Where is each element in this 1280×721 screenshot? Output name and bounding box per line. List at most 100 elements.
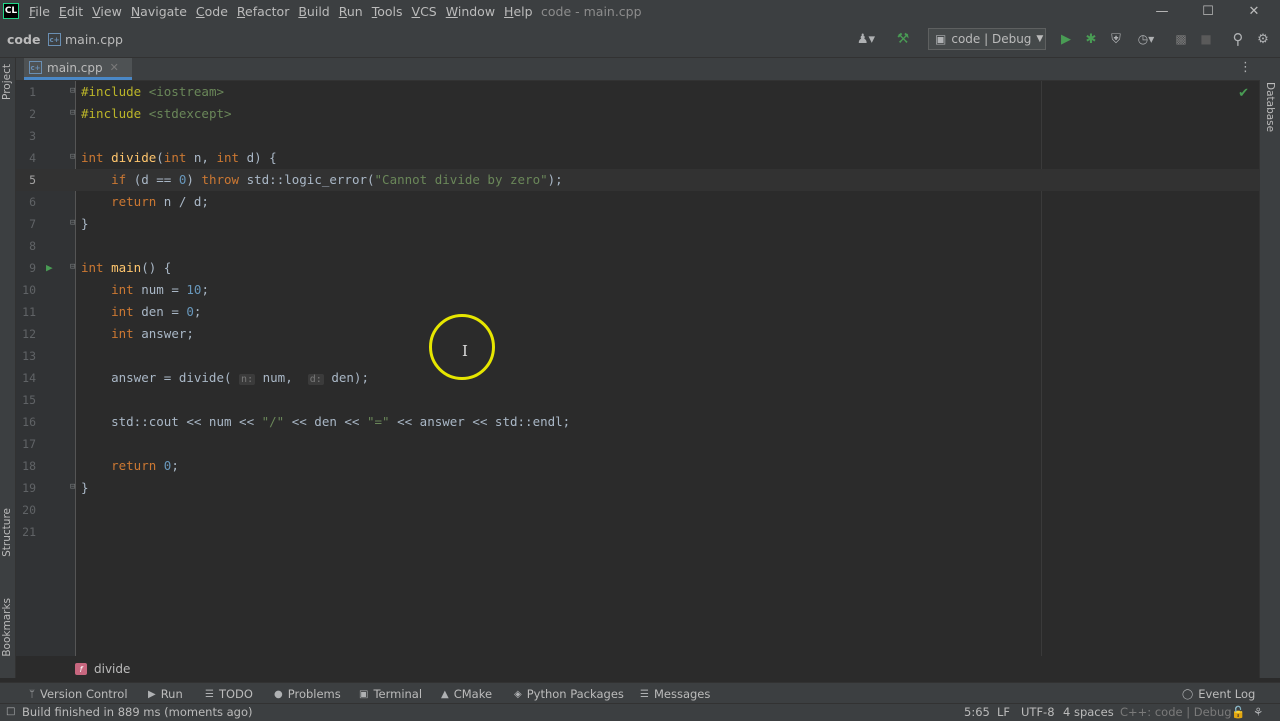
breadcrumb-file[interactable]: c+ main.cpp xyxy=(48,32,123,47)
attach-icon[interactable]: ▩ xyxy=(1172,29,1190,49)
debug-icon[interactable]: ✱ xyxy=(1082,29,1100,49)
code-line[interactable]: 13 xyxy=(16,345,1259,367)
tool-window-messages[interactable]: ☰ Messages xyxy=(640,687,710,701)
run-gutter-icon[interactable]: ▶ xyxy=(46,257,53,279)
line-number[interactable]: 6 xyxy=(16,191,36,213)
code-editor[interactable]: 1 ⊟ #include <iostream> 2 ⊟ #include <stdexce… xyxy=(16,81,1259,656)
line-number[interactable]: 7 xyxy=(16,213,36,235)
menu-item[interactable]: Window xyxy=(446,4,495,19)
menu-item[interactable]: Refactor xyxy=(237,4,289,19)
menu-item[interactable]: Build xyxy=(298,4,329,19)
structure-tool-tab[interactable]: Structure xyxy=(1,508,13,557)
code-line[interactable]: 14 answer = divide( n: num, d: den); xyxy=(16,367,1259,389)
line-number[interactable]: 13 xyxy=(16,345,36,367)
tool-window-problems[interactable]: ● Problems xyxy=(274,687,341,701)
line-number[interactable]: 20 xyxy=(16,499,36,521)
caret-position[interactable]: 5:65 xyxy=(964,705,990,719)
event-log-button[interactable]: ◯ Event Log xyxy=(1182,687,1255,701)
database-tool-tab[interactable]: Database xyxy=(1264,82,1276,132)
run-configuration-select[interactable]: ▣ code | Debug ▼ xyxy=(928,28,1046,50)
run-icon[interactable]: ▶ xyxy=(1057,29,1075,49)
close-tab-icon[interactable]: ✕ xyxy=(110,61,119,74)
build-hammer-icon[interactable]: ⚒ xyxy=(894,29,912,49)
code-line[interactable]: 10 int num = 10; xyxy=(16,279,1259,301)
fold-marker-icon[interactable]: ⊟ xyxy=(70,86,78,96)
file-encoding[interactable]: UTF-8 xyxy=(1021,705,1055,719)
line-separator[interactable]: LF xyxy=(997,705,1010,719)
user-icon[interactable]: ♟▾ xyxy=(852,29,880,49)
menu-item[interactable]: VCS xyxy=(412,4,437,19)
line-number[interactable]: 11 xyxy=(16,301,36,323)
code-line[interactable]: 3 xyxy=(16,125,1259,147)
more-options-icon[interactable]: ⋮ xyxy=(1239,60,1252,75)
line-number[interactable]: 8 xyxy=(16,235,36,257)
line-number[interactable]: 5 xyxy=(16,169,36,191)
layout-toggle-icon[interactable]: □ xyxy=(6,706,15,717)
tool-window-terminal[interactable]: ▣ Terminal xyxy=(359,687,422,701)
menu-item[interactable]: Edit xyxy=(59,4,83,19)
code-line[interactable]: 12 int answer; xyxy=(16,323,1259,345)
inspector-icon[interactable]: ⚘ xyxy=(1253,705,1263,719)
breadcrumb-function[interactable]: divide xyxy=(94,662,130,676)
no-problems-check-icon[interactable]: ✔ xyxy=(1238,86,1249,101)
line-number[interactable]: 15 xyxy=(16,389,36,411)
status-message[interactable]: Build finished in 889 ms (moments ago) xyxy=(22,705,252,719)
profile-icon[interactable]: ◷▾ xyxy=(1132,29,1160,49)
line-number[interactable]: 16 xyxy=(16,411,36,433)
line-number[interactable]: 9 xyxy=(16,257,36,279)
line-number[interactable]: 19 xyxy=(16,477,36,499)
fold-marker-icon[interactable]: ⊟ xyxy=(70,108,78,118)
menu-item[interactable]: Tools xyxy=(372,4,403,19)
line-number[interactable]: 4 xyxy=(16,147,36,169)
line-number[interactable]: 2 xyxy=(16,103,36,125)
menu-item[interactable]: Run xyxy=(339,4,363,19)
breadcrumb-project[interactable]: code xyxy=(7,32,40,47)
tool-window-run[interactable]: ▶ Run xyxy=(148,687,183,701)
line-number[interactable]: 10 xyxy=(16,279,36,301)
code-line[interactable]: 4 ⊟ int divide(int n, int d) { xyxy=(16,147,1259,169)
line-number[interactable]: 21 xyxy=(16,521,36,543)
code-line[interactable]: 5 if (d == 0) throw std::logic_error("Ca… xyxy=(16,169,1259,191)
code-line[interactable]: 17 xyxy=(16,433,1259,455)
stop-icon[interactable]: ■ xyxy=(1197,29,1215,49)
line-number[interactable]: 18 xyxy=(16,455,36,477)
bookmarks-tool-tab[interactable]: Bookmarks xyxy=(1,598,13,657)
code-line[interactable]: 1 ⊟ #include <iostream> xyxy=(16,81,1259,103)
search-icon[interactable]: ⚲ xyxy=(1229,29,1247,49)
resolve-context[interactable]: C++: code | Debug xyxy=(1120,705,1232,719)
line-number[interactable]: 12 xyxy=(16,323,36,345)
menu-item[interactable]: Help xyxy=(504,4,533,19)
minimize-icon[interactable]: — xyxy=(1139,0,1185,22)
code-line[interactable]: 7 ⊟} xyxy=(16,213,1259,235)
code-line[interactable]: 15 xyxy=(16,389,1259,411)
code-line[interactable]: 18 return 0; xyxy=(16,455,1259,477)
line-number[interactable]: 1 xyxy=(16,81,36,103)
code-line[interactable]: 16 std::cout << num << "/" << den << "="… xyxy=(16,411,1259,433)
maximize-icon[interactable]: ☐ xyxy=(1185,0,1231,22)
menu-item[interactable]: File xyxy=(29,4,50,19)
close-icon[interactable]: ✕ xyxy=(1231,0,1277,22)
code-line[interactable]: 20 xyxy=(16,499,1259,521)
tool-window-todo[interactable]: ☰ TODO xyxy=(205,687,253,701)
line-number[interactable]: 3 xyxy=(16,125,36,147)
code-line[interactable]: 19 ⊟} xyxy=(16,477,1259,499)
fold-marker-icon[interactable]: ⊟ xyxy=(70,152,78,162)
tab-main-cpp[interactable]: c+ main.cpp ✕ xyxy=(24,58,132,80)
project-tool-tab[interactable]: Project xyxy=(1,64,13,100)
tool-window-version-control[interactable]: ᛘ Version Control xyxy=(29,687,128,701)
code-line[interactable]: 2 ⊟ #include <stdexcept> xyxy=(16,103,1259,125)
fold-marker-icon[interactable]: ⊟ xyxy=(70,218,78,228)
line-number[interactable]: 17 xyxy=(16,433,36,455)
code-line[interactable]: 9 ⊟ ▶ int main() { xyxy=(16,257,1259,279)
editor-breadcrumb[interactable]: f divide xyxy=(75,657,130,681)
code-line[interactable]: 6 return n / d; xyxy=(16,191,1259,213)
menu-item[interactable]: Navigate xyxy=(131,4,187,19)
code-line[interactable]: 21 xyxy=(16,521,1259,543)
line-number[interactable]: 14 xyxy=(16,367,36,389)
code-line[interactable]: 11 int den = 0; xyxy=(16,301,1259,323)
indent-setting[interactable]: 4 spaces xyxy=(1063,705,1114,719)
lock-icon[interactable]: 🔓 xyxy=(1231,705,1245,719)
code-line[interactable]: 8 xyxy=(16,235,1259,257)
tool-window-python-packages[interactable]: ◈ Python Packages xyxy=(514,687,624,701)
menu-item[interactable]: View xyxy=(92,4,122,19)
